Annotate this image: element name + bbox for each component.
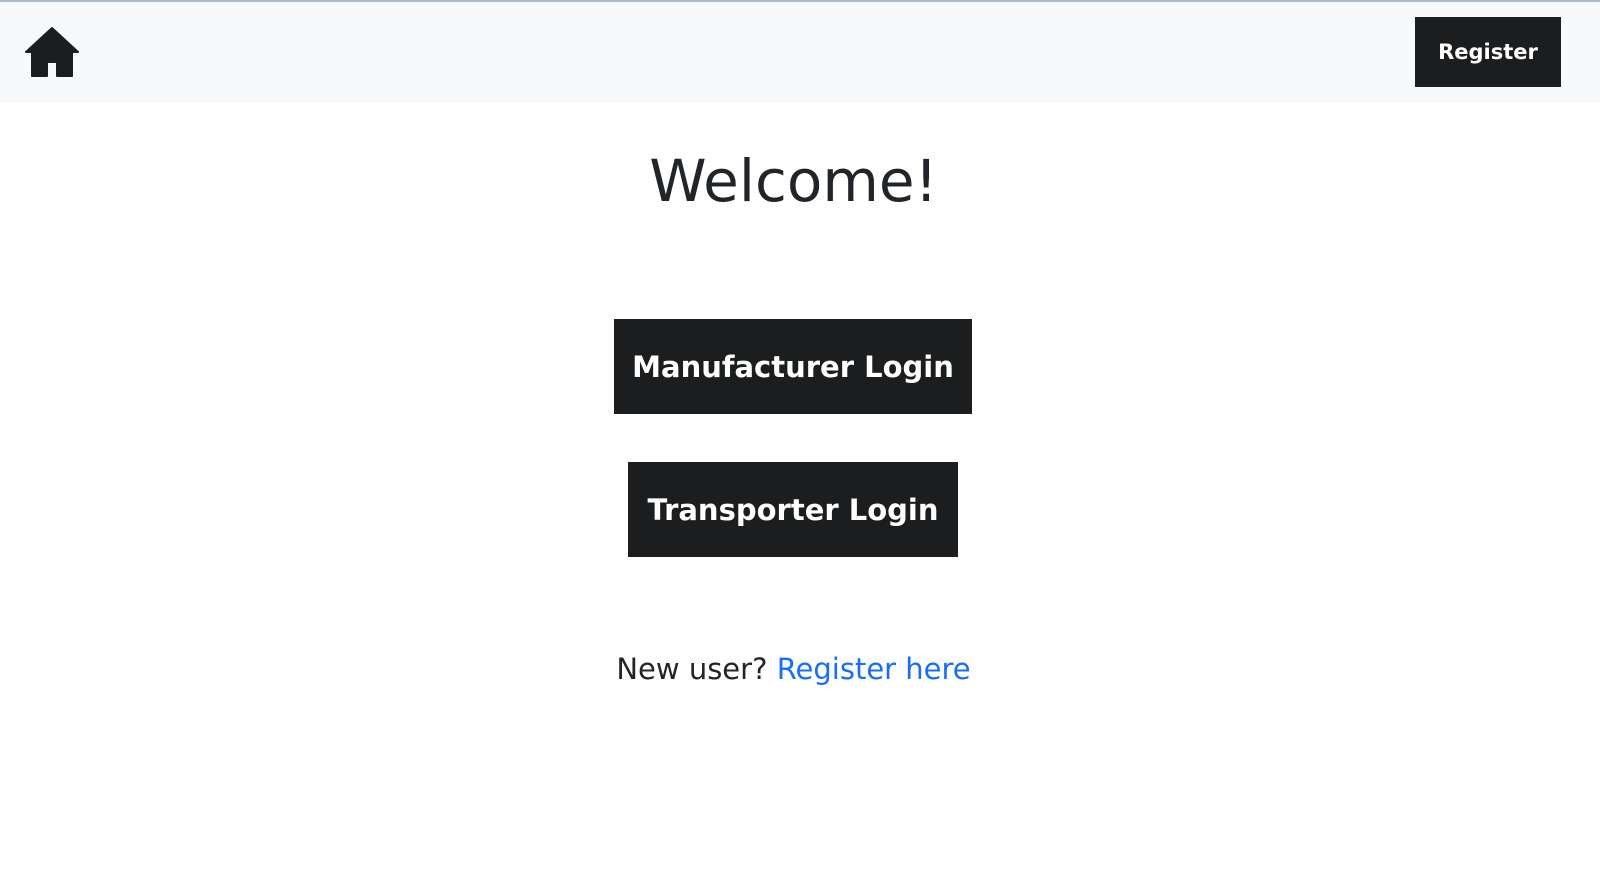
register-here-link[interactable]: Register here (777, 652, 971, 686)
page-title: Welcome! (649, 147, 938, 215)
transporter-login-button[interactable]: Transporter Login (628, 462, 958, 557)
register-button[interactable]: Register (1415, 17, 1561, 87)
new-user-prompt: New user? Register here (0, 652, 1587, 686)
manufacturer-login-button[interactable]: Manufacturer Login (614, 319, 972, 414)
home-icon (25, 27, 79, 77)
home-link[interactable] (24, 26, 80, 78)
new-user-text: New user? (616, 652, 768, 686)
navbar: Register (0, 2, 1600, 103)
